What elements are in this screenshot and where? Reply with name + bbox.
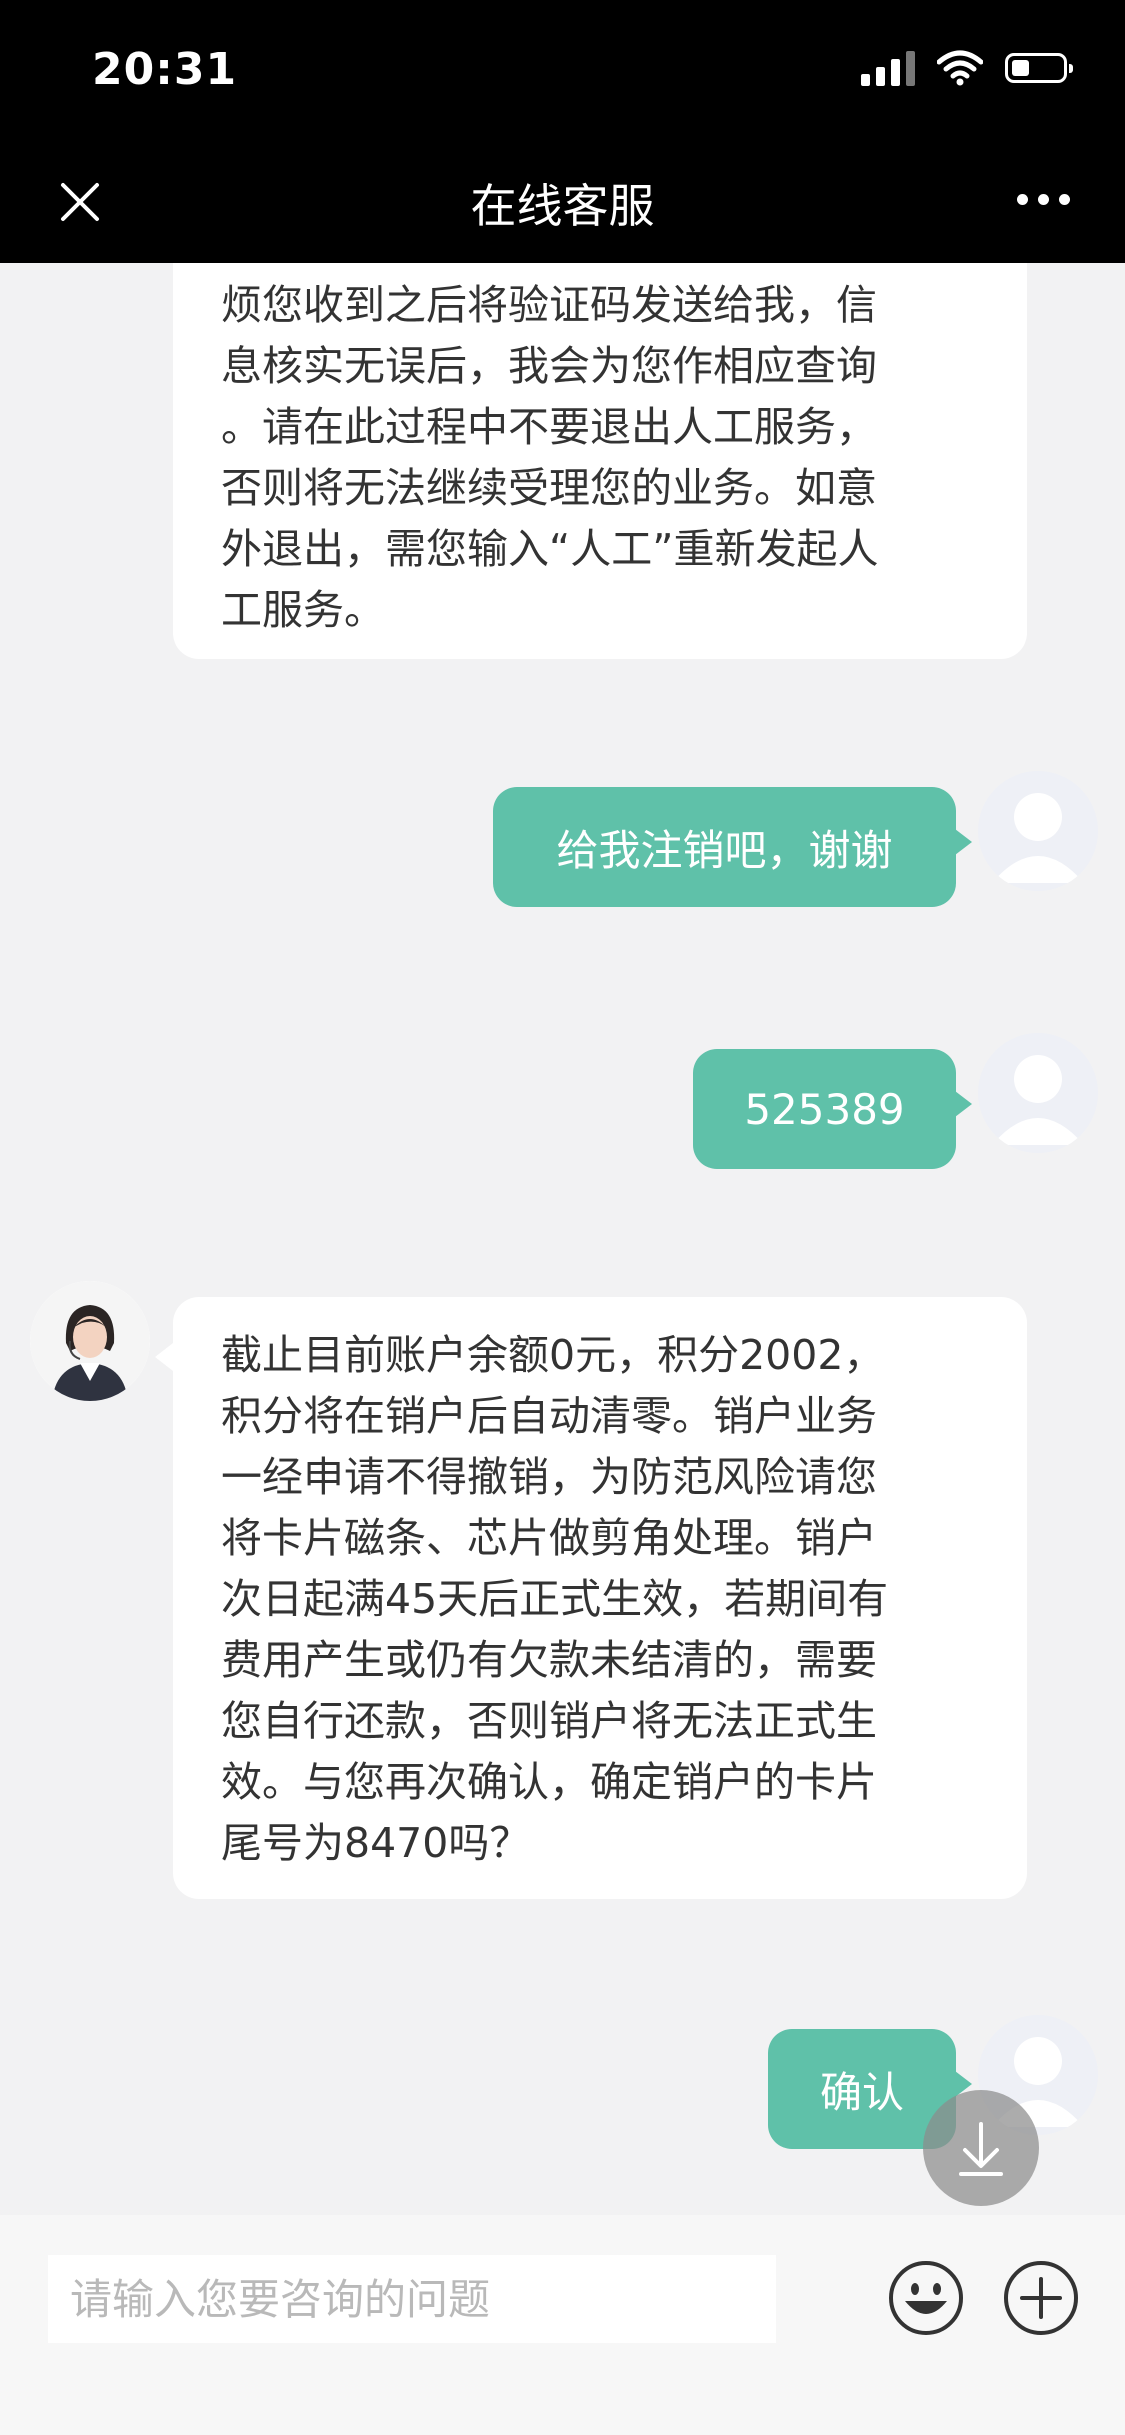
agent-avatar [30, 1281, 150, 1401]
battery-level [1012, 60, 1029, 76]
status-icons [861, 50, 1073, 86]
user-message-text: 给我注销吧，谢谢 [556, 825, 893, 875]
input-bar [0, 2215, 1125, 2435]
arrow-down-icon [959, 2122, 1003, 2176]
agent-message-text: 烦您收到之后将验证码发送给我，信 息核实无误后，我会为您作相应查询 。请在此过程… [221, 281, 879, 634]
scroll-to-bottom-button[interactable] [923, 2090, 1039, 2206]
status-bar: 20:31 [0, 0, 1125, 140]
user-message: 给我注销吧，谢谢 [493, 787, 972, 907]
message-input[interactable] [48, 2255, 776, 2343]
page-title: 在线客服 [470, 179, 655, 233]
agent-message-text: 截止目前账户余额0元，积分2002， 积分将在销户后自动清零。销户业务 一经申请… [221, 1331, 889, 1867]
battery-icon [1005, 53, 1073, 83]
user-avatar [978, 771, 1098, 891]
agent-message: 截止目前账户余额0元，积分2002， 积分将在销户后自动清零。销户业务 一经申请… [155, 1297, 1027, 1899]
nav-bar: 在线客服 [0, 140, 1125, 263]
emoji-icon[interactable] [887, 2259, 965, 2337]
signal-icon [861, 50, 915, 86]
plus-icon[interactable] [1002, 2259, 1080, 2337]
more-icon[interactable] [1017, 194, 1070, 205]
wifi-icon [937, 50, 983, 86]
agent-message: 烦您收到之后将验证码发送给我，信 息核实无误后，我会为您作相应查询 。请在此过程… [173, 263, 1027, 659]
user-message: 525389 [693, 1049, 972, 1169]
status-time: 20:31 [92, 44, 238, 95]
user-message-text: 确认 [819, 2067, 904, 2117]
user-avatar [978, 1033, 1098, 1153]
chat-area[interactable]: 烦您收到之后将验证码发送给我，信 息核实无误后，我会为您作相应查询 。请在此过程… [0, 263, 1125, 2215]
user-message-text: 525389 [744, 1084, 905, 1134]
